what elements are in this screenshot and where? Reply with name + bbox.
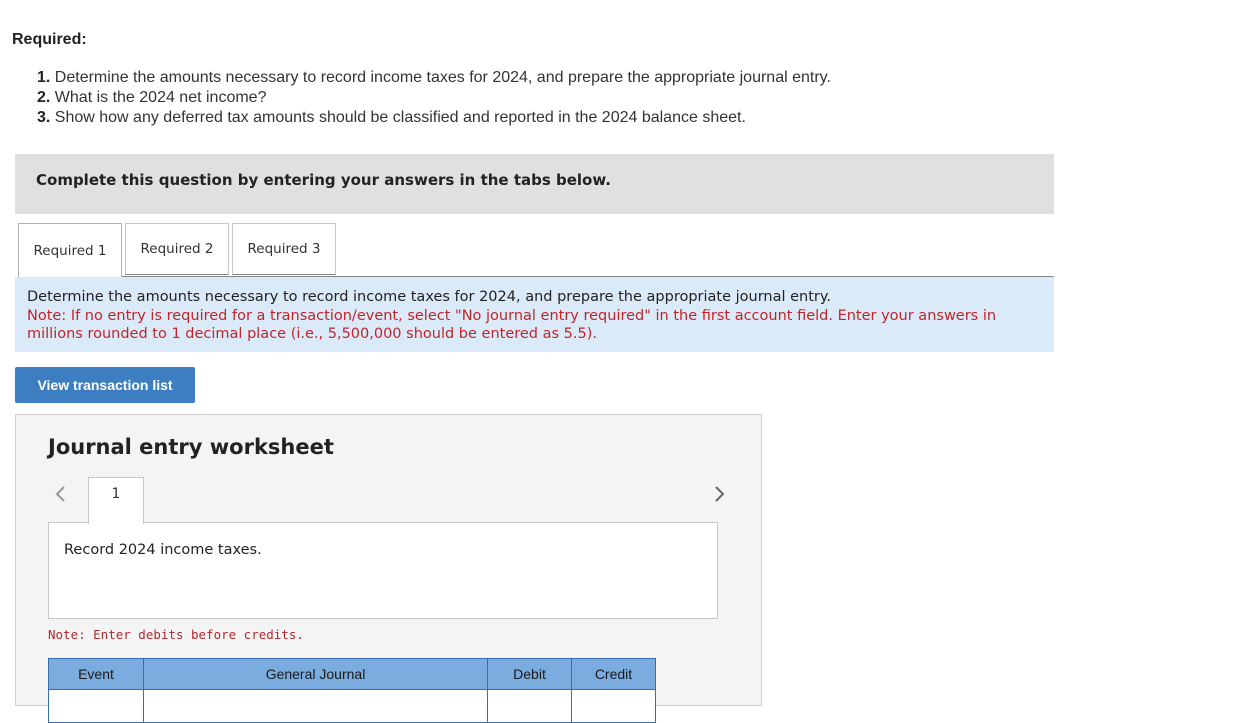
entry-description-box: Record 2024 income taxes. bbox=[48, 522, 718, 619]
column-header-general-journal: General Journal bbox=[143, 658, 488, 690]
required-heading: Required: bbox=[12, 31, 87, 48]
instruction-banner: Complete this question by entering your … bbox=[15, 154, 1054, 214]
tab-required-1[interactable]: Required 1 bbox=[18, 223, 122, 277]
tab-required-3[interactable]: Required 3 bbox=[232, 223, 336, 275]
requirement-tabs: Required 1 Required 2 Required 3 bbox=[18, 223, 336, 277]
tab-required-2[interactable]: Required 2 bbox=[125, 223, 229, 275]
requirement-text: What is the 2024 net income? bbox=[50, 89, 267, 106]
worksheet-title: Journal entry worksheet bbox=[48, 435, 334, 459]
instructions-panel: Determine the amounts necessary to recor… bbox=[15, 277, 1054, 352]
event-cell[interactable] bbox=[48, 689, 144, 723]
instructions-note: Note: If no entry is required for a tran… bbox=[27, 308, 997, 342]
debit-cell[interactable] bbox=[487, 689, 572, 723]
requirement-number: 3. bbox=[37, 109, 51, 126]
requirement-item: 1. Determine the amounts necessary to re… bbox=[37, 68, 831, 88]
entry-description: Record 2024 income taxes. bbox=[64, 542, 262, 558]
view-transaction-list-button[interactable]: View transaction list bbox=[15, 367, 195, 403]
requirement-item: 3. Show how any deferred tax amounts sho… bbox=[37, 108, 831, 128]
requirement-number: 1. bbox=[37, 69, 51, 86]
worksheet-page-tab[interactable]: 1 bbox=[88, 477, 144, 524]
requirement-item: 2. What is the 2024 net income? bbox=[37, 88, 831, 108]
credit-cell[interactable] bbox=[571, 689, 656, 723]
column-header-debit: Debit bbox=[487, 658, 572, 690]
journal-entry-worksheet: Journal entry worksheet 1 Record 2024 in… bbox=[15, 414, 762, 723]
chevron-left-icon[interactable] bbox=[50, 479, 70, 509]
banner-text: Complete this question by entering your … bbox=[36, 171, 611, 189]
requirement-text: Determine the amounts necessary to recor… bbox=[50, 69, 831, 86]
chevron-right-icon[interactable] bbox=[710, 479, 730, 509]
requirements-list: 1. Determine the amounts necessary to re… bbox=[37, 68, 831, 128]
instructions-text: Determine the amounts necessary to recor… bbox=[27, 289, 832, 305]
worksheet-note: Note: Enter debits before credits. bbox=[48, 627, 304, 642]
requirement-text: Show how any deferred tax amounts should… bbox=[50, 109, 746, 126]
column-header-event: Event bbox=[48, 658, 144, 690]
table-row bbox=[48, 689, 656, 723]
account-cell[interactable] bbox=[143, 689, 488, 723]
requirement-number: 2. bbox=[37, 89, 51, 106]
column-header-credit: Credit bbox=[571, 658, 656, 690]
